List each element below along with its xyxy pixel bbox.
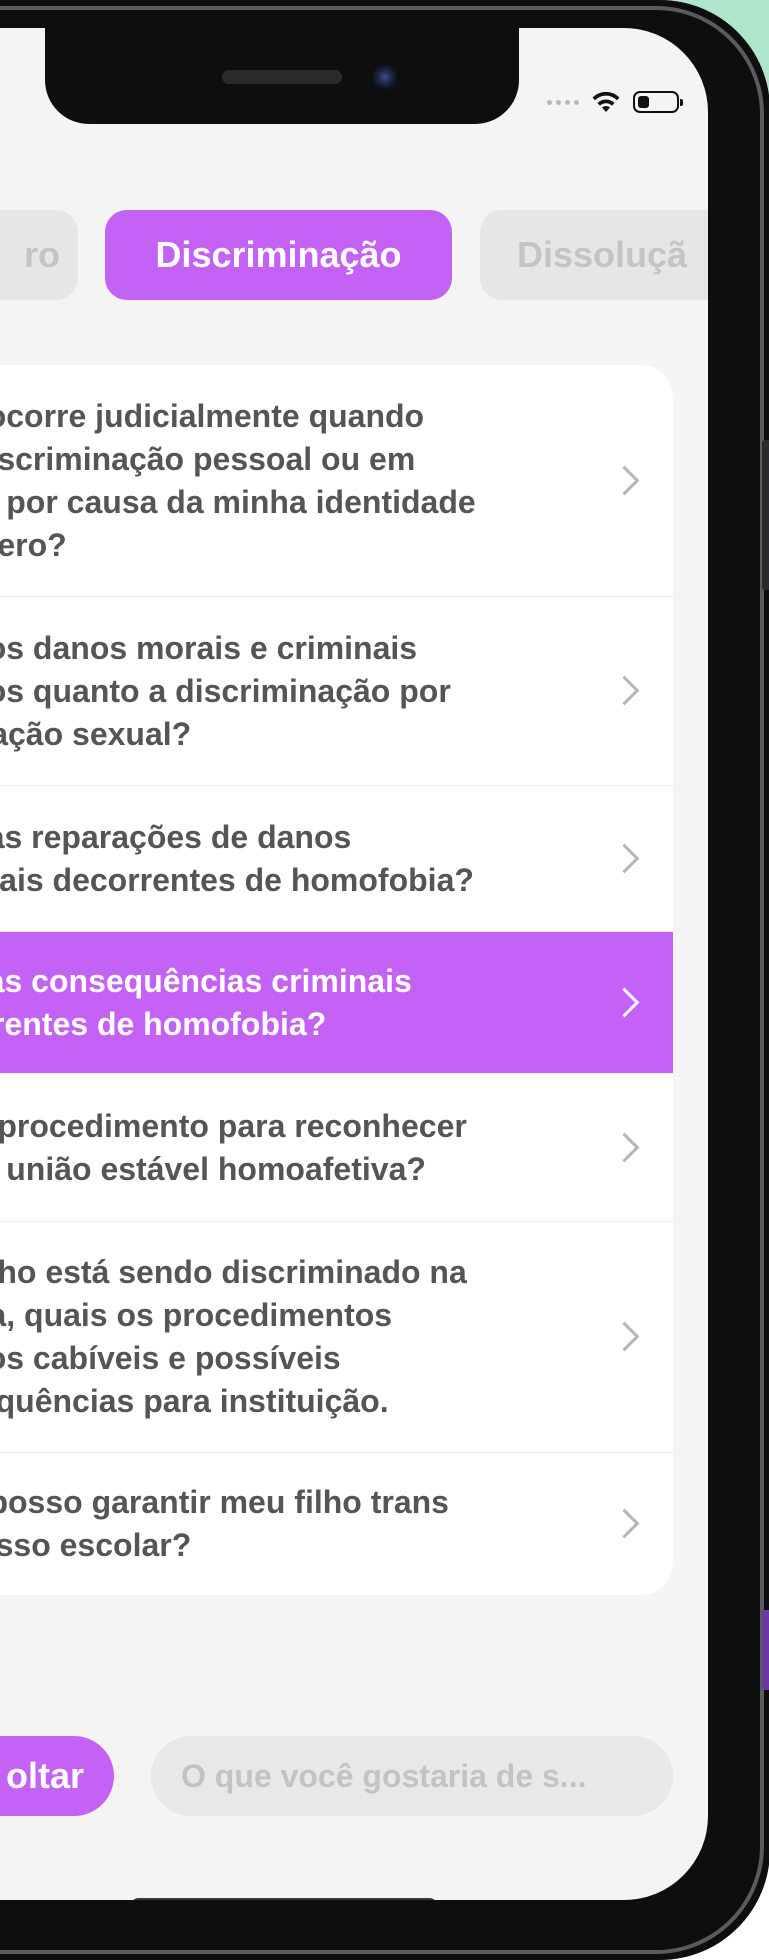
- question-row[interactable]: o posso garantir meu filho trans cesso e…: [0, 1452, 673, 1595]
- battery-level: [638, 96, 649, 108]
- question-text: filho está sendo discriminado na ola, qu…: [0, 1254, 467, 1419]
- question-row[interactable]: s os danos morais e criminais ivos quant…: [0, 596, 673, 785]
- wifi-icon: [592, 91, 620, 112]
- question-text: s as consequências criminais orrentes de…: [0, 962, 412, 1042]
- chevron-right-icon: [609, 1132, 640, 1162]
- question-row[interactable]: o procedimento para reconhecer na união …: [0, 1073, 673, 1221]
- chevron-right-icon: [609, 675, 640, 706]
- question-row[interactable]: filho está sendo discriminado na ola, qu…: [0, 1221, 673, 1452]
- home-indicator[interactable]: [132, 1898, 436, 1900]
- question-row-selected[interactable]: s as consequências criminais orrentes de…: [0, 931, 673, 1073]
- question-text: s os danos morais e criminais ivos quant…: [0, 629, 451, 752]
- side-accent: [762, 1610, 769, 1690]
- tab-previous[interactable]: ro: [0, 210, 78, 300]
- side-button: [762, 440, 769, 590]
- question-row[interactable]: e ocorre judicialmente quando discrimina…: [0, 365, 673, 596]
- status-bar: [547, 90, 683, 114]
- battery-icon: [633, 91, 683, 113]
- question-text: s as reparações de danos eriais decorren…: [0, 818, 474, 898]
- questions-list: e ocorre judicialmente quando discrimina…: [0, 365, 673, 1595]
- chevron-right-icon: [609, 987, 640, 1017]
- app-screen: ro Discriminação Dissoluçã e ocorre judi…: [0, 28, 708, 1900]
- front-camera: [372, 64, 398, 90]
- chevron-right-icon: [609, 843, 640, 873]
- speaker-grille: [222, 70, 342, 84]
- tab-dissolucao[interactable]: Dissoluçã: [480, 210, 708, 300]
- chevron-right-icon: [609, 1508, 640, 1539]
- question-text: e ocorre judicialmente quando discrimina…: [0, 397, 476, 563]
- phone-mockup: ro Discriminação Dissoluçã e ocorre judi…: [0, 0, 769, 1960]
- question-row[interactable]: s as reparações de danos eriais decorren…: [0, 785, 673, 931]
- chevron-right-icon: [609, 1321, 640, 1352]
- question-text: o procedimento para reconhecer na união …: [0, 1107, 467, 1187]
- chevron-right-icon: [609, 465, 640, 495]
- tab-discriminacao[interactable]: Discriminação: [105, 210, 452, 300]
- cellular-signal-icon: [547, 99, 579, 105]
- question-text: o posso garantir meu filho trans cesso e…: [0, 1484, 449, 1563]
- question-input[interactable]: [151, 1736, 673, 1816]
- back-button[interactable]: oltar: [0, 1736, 114, 1816]
